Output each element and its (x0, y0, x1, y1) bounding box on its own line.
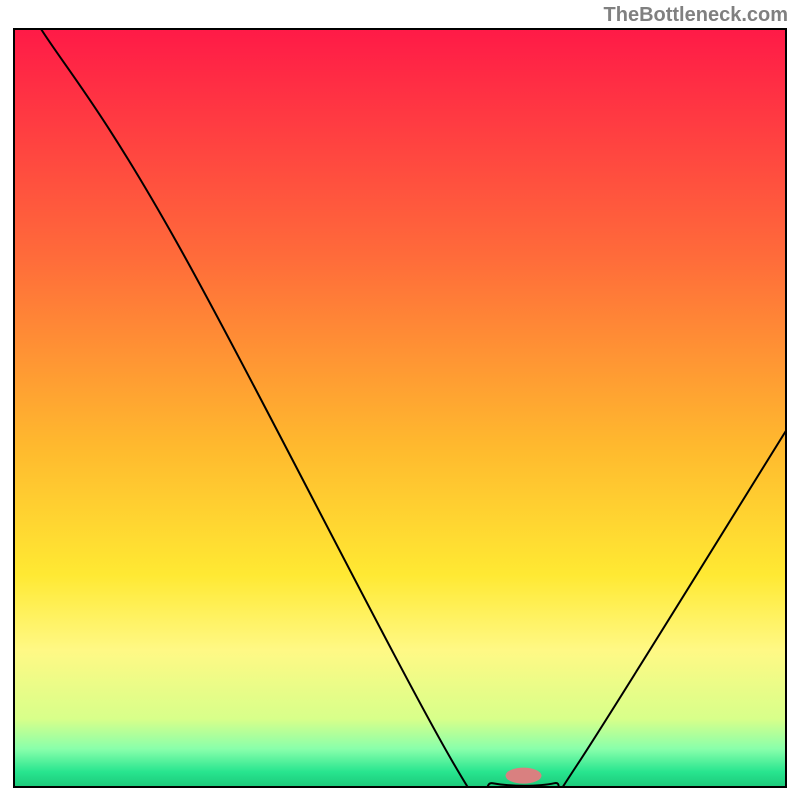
chart-container: TheBottleneck.com (0, 0, 800, 800)
gradient-background (14, 29, 786, 787)
optimal-marker (506, 768, 542, 784)
attribution-text: TheBottleneck.com (604, 4, 788, 27)
chart-area (13, 28, 787, 788)
bottleneck-chart (13, 28, 787, 788)
